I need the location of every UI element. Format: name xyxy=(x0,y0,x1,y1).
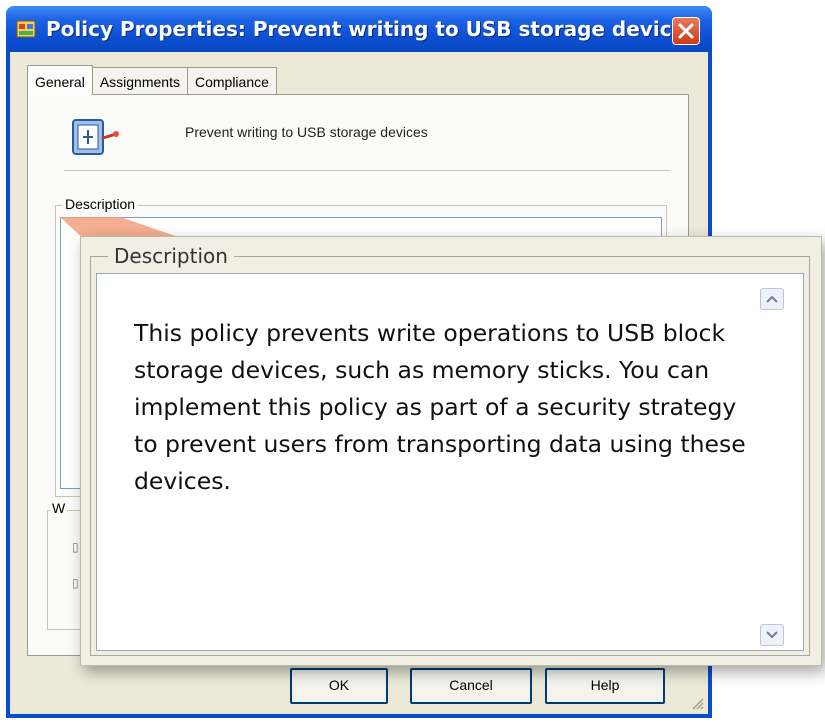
callout-description-text: This policy prevents write operations to… xyxy=(134,319,746,495)
scroll-down-arrow-icon xyxy=(766,631,778,639)
callout-description-label: Description xyxy=(108,244,234,268)
scroll-up-button[interactable] xyxy=(760,288,784,310)
tab-general[interactable]: General xyxy=(27,65,93,95)
scroll-down-button[interactable] xyxy=(760,624,784,646)
scroll-up-arrow-icon xyxy=(766,295,778,303)
